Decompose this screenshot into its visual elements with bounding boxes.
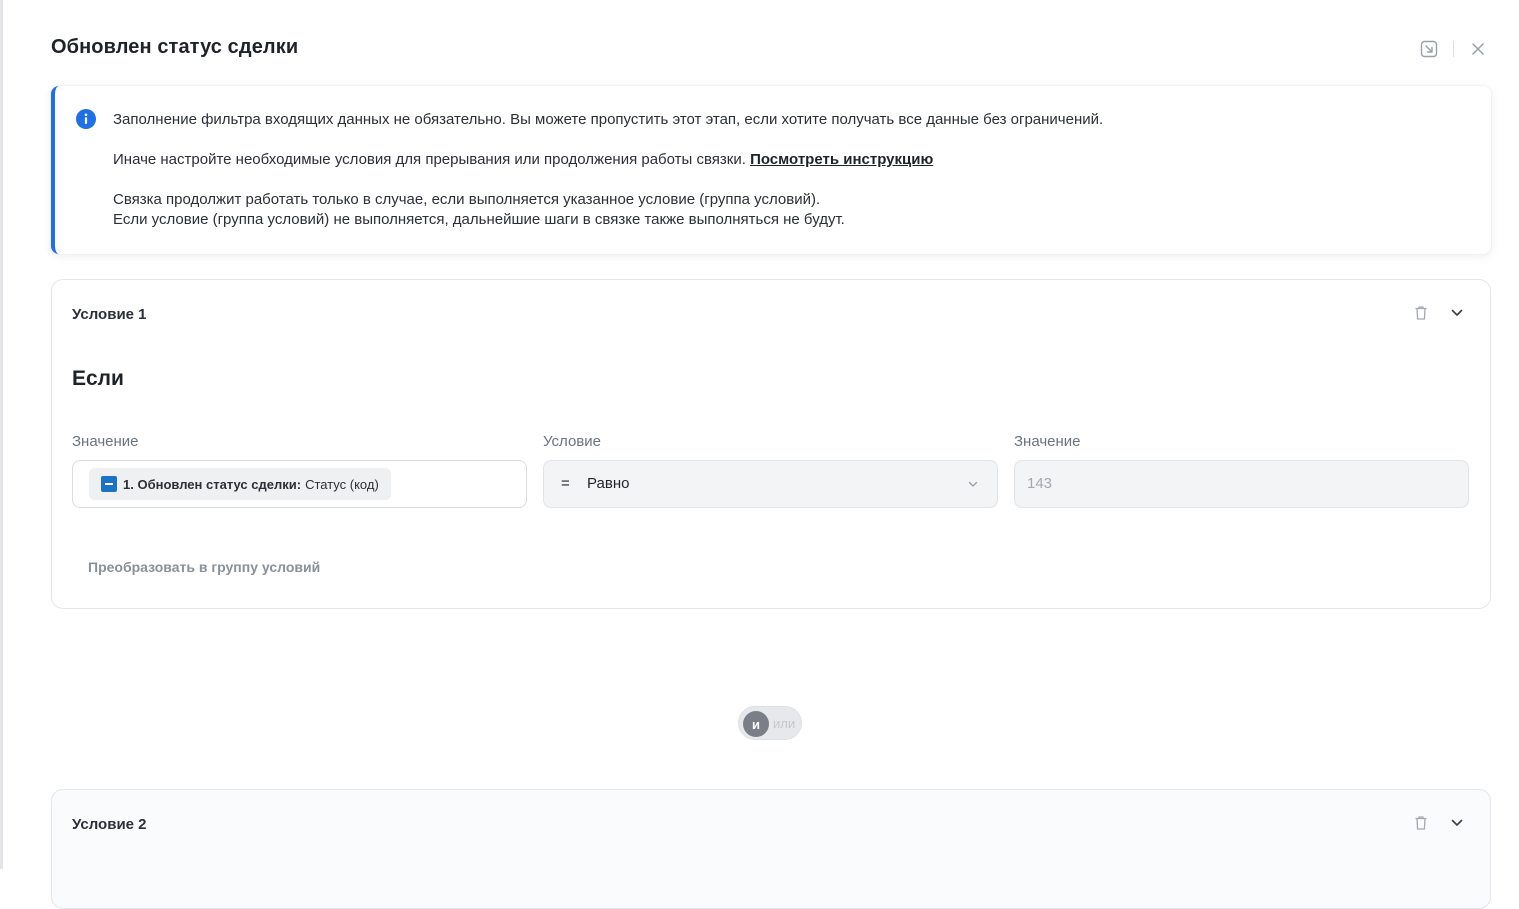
delete-condition-button[interactable] — [1412, 814, 1430, 832]
compare-value-input[interactable]: 143 — [1014, 460, 1469, 508]
modal-header: Обновлен статус сделки — [51, 30, 1495, 66]
condition-title: Условие 1 — [72, 306, 147, 323]
trash-icon — [1414, 815, 1428, 831]
close-icon — [1471, 42, 1485, 56]
minimize-button[interactable] — [1418, 38, 1440, 60]
info-line-3: Связка продолжит работать только в случа… — [113, 190, 1103, 210]
close-button[interactable] — [1467, 38, 1489, 60]
minimize-icon — [1420, 40, 1438, 58]
operator-value: Равно — [587, 475, 629, 492]
if-label: Если — [72, 367, 124, 391]
amocrm-logo-icon — [101, 476, 117, 492]
collapse-condition-button[interactable] — [1448, 304, 1466, 322]
info-line-1: Заполнение фильтра входящих данных не об… — [113, 110, 1103, 130]
chevron-down-icon — [967, 478, 979, 490]
filter-modal: Обновлен статус сделки Заполнение фил — [3, 0, 1519, 869]
info-line-2-text: Иначе настройте необходимые условия для … — [113, 151, 746, 168]
and-or-toggle[interactable]: и или — [738, 706, 802, 740]
chevron-down-icon — [1451, 819, 1463, 827]
delete-condition-button[interactable] — [1412, 304, 1430, 322]
info-line-2: Иначе настройте необходимые условия для … — [113, 150, 1103, 170]
chevron-down-icon — [1451, 309, 1463, 317]
convert-to-group-button[interactable]: Преобразовать в группу условий — [88, 559, 320, 575]
info-notice: Заполнение фильтра входящих данных не об… — [51, 86, 1491, 254]
info-line-4: Если условие (группа условий) не выполня… — [113, 210, 1103, 230]
condition-actions — [1412, 814, 1466, 832]
value-field-label: Значение — [72, 433, 139, 450]
chip-field: Статус (код) — [305, 477, 379, 492]
compare-value-text: 143 — [1027, 475, 1052, 492]
collapse-condition-button[interactable] — [1448, 814, 1466, 832]
operator-select[interactable]: = Равно — [543, 460, 998, 508]
header-actions — [1418, 38, 1489, 60]
header-divider — [1453, 41, 1454, 57]
value-field[interactable]: 1. Обновлен статус сделки: Статус (код) — [72, 460, 527, 508]
info-icon — [76, 109, 96, 129]
condition-card-2: Условие 2 — [51, 789, 1491, 909]
condition-actions — [1412, 304, 1466, 322]
toggle-and-option[interactable]: и — [743, 711, 769, 737]
chip-source: 1. Обновлен статус сделки: — [123, 477, 301, 492]
condition-title: Условие 2 — [72, 816, 147, 833]
condition-field-label: Условие — [543, 433, 601, 450]
compare-value-field-label: Значение — [1014, 433, 1081, 450]
trash-icon — [1414, 305, 1428, 321]
condition-card-1: Условие 1 Если Значение Условие Значение… — [51, 279, 1491, 609]
modal-title: Обновлен статус сделки — [51, 36, 298, 59]
info-text: Заполнение фильтра входящих данных не об… — [113, 110, 1103, 230]
operator-symbol: = — [561, 475, 570, 492]
toggle-or-option[interactable]: или — [773, 716, 795, 731]
instruction-link[interactable]: Посмотреть инструкцию — [750, 151, 933, 168]
variable-chip[interactable]: 1. Обновлен статус сделки: Статус (код) — [89, 468, 391, 500]
